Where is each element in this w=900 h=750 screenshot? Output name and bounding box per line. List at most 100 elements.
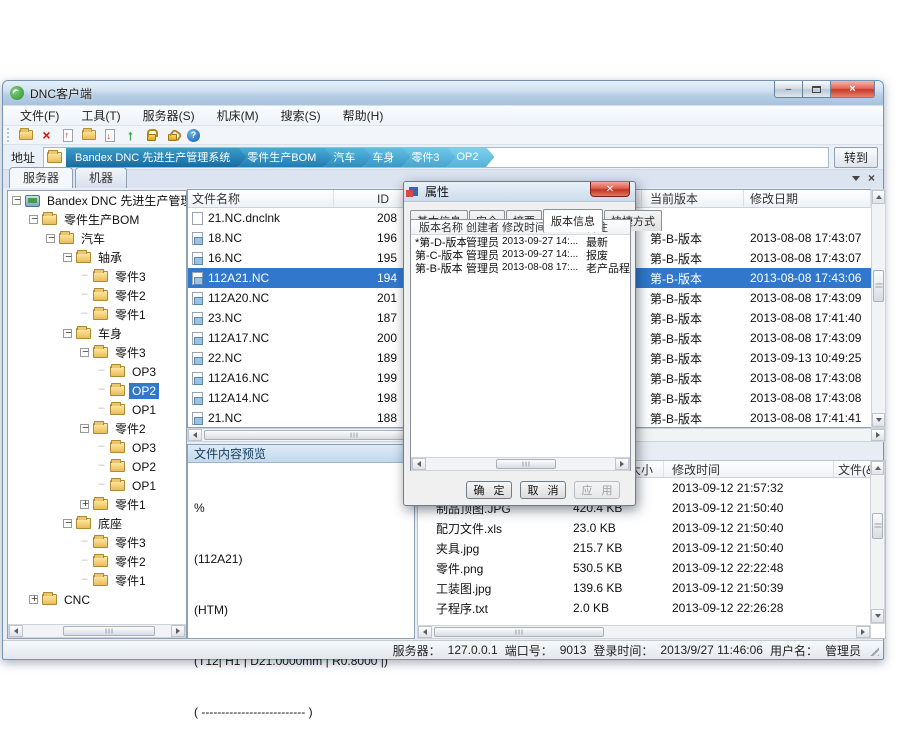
crumb-root[interactable]: Bandex DNC 先进生产管理系统 <box>66 147 246 168</box>
attachment-row[interactable]: 零件.png530.5 KB2013-09-12 22:22:48 <box>418 558 885 578</box>
resize-grip[interactable] <box>869 646 879 656</box>
tree-node[interactable]: 汽车 <box>8 229 186 248</box>
collapse-icon[interactable] <box>12 196 21 205</box>
collapse-icon[interactable] <box>29 215 38 224</box>
breadcrumb[interactable]: Bandex DNC 先进生产管理系统 零件生产BOM 汽车 车身 零件3 OP… <box>43 147 829 168</box>
dialog-horizontal-scrollbar[interactable] <box>411 457 630 471</box>
collapse-icon[interactable] <box>63 253 72 262</box>
delete-icon[interactable]: × <box>38 128 55 143</box>
tree-node[interactable]: 零件1 <box>8 495 186 514</box>
go-button[interactable]: 转到 <box>834 147 878 168</box>
tree-node[interactable]: 车身 <box>8 324 186 343</box>
send-up-icon[interactable]: ↑ <box>122 128 139 143</box>
collapse-icon[interactable] <box>46 234 55 243</box>
scroll-down-icon[interactable] <box>872 413 885 427</box>
title-bar[interactable]: DNC客户端 – × <box>3 81 883 105</box>
tree-node[interactable]: 零件3 <box>8 343 186 362</box>
tree-node[interactable]: 零件2 <box>8 552 186 571</box>
new-folder-icon[interactable] <box>17 128 34 143</box>
file-list-vertical-scrollbar[interactable] <box>871 189 886 428</box>
ok-button[interactable]: 确 定 <box>466 481 512 499</box>
scroll-right-icon[interactable] <box>171 625 185 637</box>
column-date[interactable]: 修改日期 <box>744 190 871 207</box>
tree-node[interactable]: 零件2 <box>8 419 186 438</box>
attachments-vertical-scrollbar[interactable] <box>870 461 885 624</box>
tab-server[interactable]: 服务器 <box>9 167 73 189</box>
attachment-row[interactable]: 夹具.jpg215.7 KB2013-09-12 21:50:40 <box>418 538 885 558</box>
scroll-left-icon[interactable] <box>412 458 426 470</box>
scroll-thumb[interactable] <box>873 270 884 302</box>
collapse-icon[interactable] <box>80 424 89 433</box>
scroll-up-icon[interactable] <box>871 461 884 475</box>
tab-machine[interactable]: 机器 <box>75 167 127 188</box>
scroll-thumb[interactable] <box>63 626 155 636</box>
expand-icon[interactable] <box>29 595 38 604</box>
menu-machine[interactable]: 机床(M) <box>206 105 270 126</box>
tree-node[interactable]: OP1 <box>8 400 186 419</box>
minimize-button[interactable]: – <box>774 81 803 98</box>
menu-tools[interactable]: 工具(T) <box>70 105 131 126</box>
scroll-left-icon[interactable] <box>418 626 432 638</box>
preview-content: % (112A21) (HTM) (T12| H1 | D21.0000mm |… <box>188 463 414 750</box>
column-mtime[interactable]: 修改时间 <box>664 461 834 477</box>
menu-file[interactable]: 文件(F) <box>9 105 70 126</box>
tab-version-info[interactable]: 版本信息 <box>543 209 603 232</box>
menu-server[interactable]: 服务器(S) <box>132 105 206 126</box>
scroll-thumb[interactable] <box>496 459 556 469</box>
version-row[interactable]: 第-B-版本 管理员 2013-08-08 17:... 老产品程序 <box>411 261 630 274</box>
download-file-icon[interactable]: ↓ <box>101 128 118 143</box>
receive-folder-icon[interactable] <box>80 128 97 143</box>
column-id[interactable]: ID <box>334 190 414 207</box>
tree-node[interactable]: 零件3 <box>8 267 186 286</box>
tree-node[interactable]: OP1 <box>8 476 186 495</box>
maximize-button[interactable] <box>803 81 830 98</box>
collapse-icon[interactable] <box>63 519 72 528</box>
tree-horizontal-scrollbar[interactable] <box>8 624 186 638</box>
panel-menu-icon[interactable] <box>852 176 860 181</box>
menu-search[interactable]: 搜索(S) <box>270 105 332 126</box>
scroll-right-icon[interactable] <box>871 429 885 441</box>
tree-node[interactable]: 轴承 <box>8 248 186 267</box>
scroll-down-icon[interactable] <box>871 609 884 623</box>
tree-node[interactable]: 零件1 <box>8 571 186 590</box>
tree-node[interactable]: OP3 <box>8 438 186 457</box>
collapse-icon[interactable] <box>80 348 89 357</box>
expand-icon[interactable] <box>80 500 89 509</box>
upload-file-icon[interactable]: ↑ <box>59 128 76 143</box>
tree-node[interactable]: OP2 <box>8 457 186 476</box>
tree-node[interactable]: 零件1 <box>8 305 186 324</box>
tree-node-selected[interactable]: OP2 <box>8 381 186 400</box>
attachment-row[interactable]: 工装图.jpg139.6 KB2013-09-12 21:50:39 <box>418 578 885 598</box>
scroll-thumb[interactable] <box>434 627 604 637</box>
tree-node[interactable]: 底座 <box>8 514 186 533</box>
scroll-left-icon[interactable] <box>9 625 23 637</box>
attachment-row[interactable]: 子程序.txt2.0 KB2013-09-12 22:26:28 <box>418 598 885 618</box>
tree-node[interactable]: CNC <box>8 590 186 609</box>
lock-icon[interactable] <box>143 128 160 143</box>
crumb-bom[interactable]: 零件生产BOM <box>238 147 332 168</box>
scroll-thumb[interactable] <box>872 513 883 539</box>
menu-help[interactable]: 帮助(H) <box>332 105 395 126</box>
help-icon[interactable]: ? <box>185 128 202 143</box>
scroll-right-icon[interactable] <box>615 458 629 470</box>
column-name[interactable]: 文件名称 <box>188 190 334 207</box>
leaf-dash <box>80 576 89 585</box>
scroll-right-icon[interactable] <box>856 626 870 638</box>
attachment-row[interactable]: 配刀文件.xls23.0 KB2013-09-12 21:50:40 <box>418 518 885 538</box>
attachments-horizontal-scrollbar[interactable] <box>417 625 871 639</box>
close-button[interactable]: × <box>830 81 875 98</box>
tree-node[interactable]: OP3 <box>8 362 186 381</box>
dialog-close-button[interactable]: ✕ <box>590 182 630 197</box>
collapse-icon[interactable] <box>63 329 72 338</box>
tree-node[interactable]: 零件2 <box>8 286 186 305</box>
tree-node[interactable]: 零件生产BOM <box>8 210 186 229</box>
cancel-button[interactable]: 取 消 <box>520 481 566 499</box>
tree-node[interactable]: 零件3 <box>8 533 186 552</box>
scroll-up-icon[interactable] <box>872 190 885 204</box>
unlock-icon[interactable] <box>164 128 181 143</box>
tree-node-root[interactable]: Bandex DNC 先进生产管理系统 <box>8 191 186 210</box>
dialog-title-bar[interactable]: 属性 ✕ <box>404 182 635 202</box>
panel-close-icon[interactable]: × <box>868 172 875 184</box>
column-version[interactable]: 当前版本 <box>642 190 744 207</box>
scroll-left-icon[interactable] <box>188 429 202 441</box>
